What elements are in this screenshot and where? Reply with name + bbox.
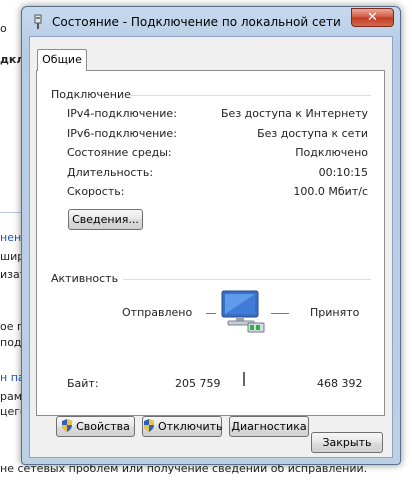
- background-fragment: дклю: [0, 53, 22, 66]
- computer-network-icon: [221, 290, 265, 333]
- background-fragment: рам,: [0, 390, 22, 403]
- close-icon[interactable]: ✕: [351, 8, 394, 27]
- details-button[interactable]: Сведения...: [68, 209, 143, 230]
- background-fragment: изат: [0, 268, 22, 281]
- background-link[interactable]: н пар: [0, 371, 22, 384]
- disable-label: Отключить: [158, 420, 223, 433]
- background-fragment: цего: [0, 405, 22, 418]
- ipv6-label: IPv6-подключение:: [67, 127, 177, 140]
- uac-shield-icon: [144, 419, 154, 432]
- activity-heading: Активность: [51, 272, 119, 285]
- received-label: Принято: [310, 306, 360, 319]
- background-fragment: подк: [0, 336, 22, 349]
- received-bytes-value: 468 392: [317, 377, 363, 390]
- speed-value: 100.0 Мбит/с: [293, 185, 368, 198]
- sent-bytes-value: 205 759: [175, 377, 221, 390]
- sent-line: [206, 313, 216, 314]
- speed-label: Скорость:: [67, 185, 125, 198]
- tab-general[interactable]: Общие: [37, 49, 87, 71]
- general-tab-panel: Подключение IPv4-подключение: Без доступ…: [36, 70, 385, 437]
- properties-label: Свойства: [76, 420, 130, 433]
- activity-separator: [243, 372, 245, 386]
- section-divider: [123, 279, 371, 280]
- ipv4-value: Без доступа к Интернету: [221, 107, 368, 120]
- duration-value: 00:10:15: [318, 166, 368, 179]
- dialog-client-area: Общие Подключение IPv4-подключение: Без …: [29, 36, 393, 458]
- status-dialog: Состояние - Подключение по локальной сет…: [21, 6, 401, 465]
- received-line: [271, 313, 289, 314]
- disable-button[interactable]: Отключить: [142, 416, 223, 437]
- ipv6-value: Без доступа к сети: [257, 127, 368, 140]
- window-title: Состояние - Подключение по локальной сет…: [52, 15, 341, 29]
- close-button[interactable]: Закрыть: [311, 432, 383, 453]
- network-connection-icon: [34, 14, 42, 29]
- connection-heading: Подключение: [51, 88, 131, 101]
- background-fragment: ое пл: [0, 320, 22, 333]
- background-fragment: шир: [0, 250, 22, 263]
- background-link[interactable]: нени: [0, 231, 22, 244]
- bytes-label: Байт:: [67, 377, 99, 390]
- properties-button[interactable]: Свойства: [56, 416, 135, 437]
- section-divider: [128, 95, 371, 96]
- ipv4-label: IPv4-подключение:: [67, 107, 177, 120]
- diagnose-button[interactable]: Диагностика: [229, 416, 309, 437]
- uac-shield-icon: [62, 419, 73, 432]
- media-state-value: Подключено: [295, 146, 368, 159]
- sent-label: Отправлено: [122, 306, 193, 319]
- title-bar[interactable]: Состояние - Подключение по локальной сет…: [22, 7, 400, 37]
- background-fragment: о: [0, 22, 7, 35]
- media-state-label: Состояние среды:: [67, 146, 172, 159]
- duration-label: Длительность:: [67, 166, 154, 179]
